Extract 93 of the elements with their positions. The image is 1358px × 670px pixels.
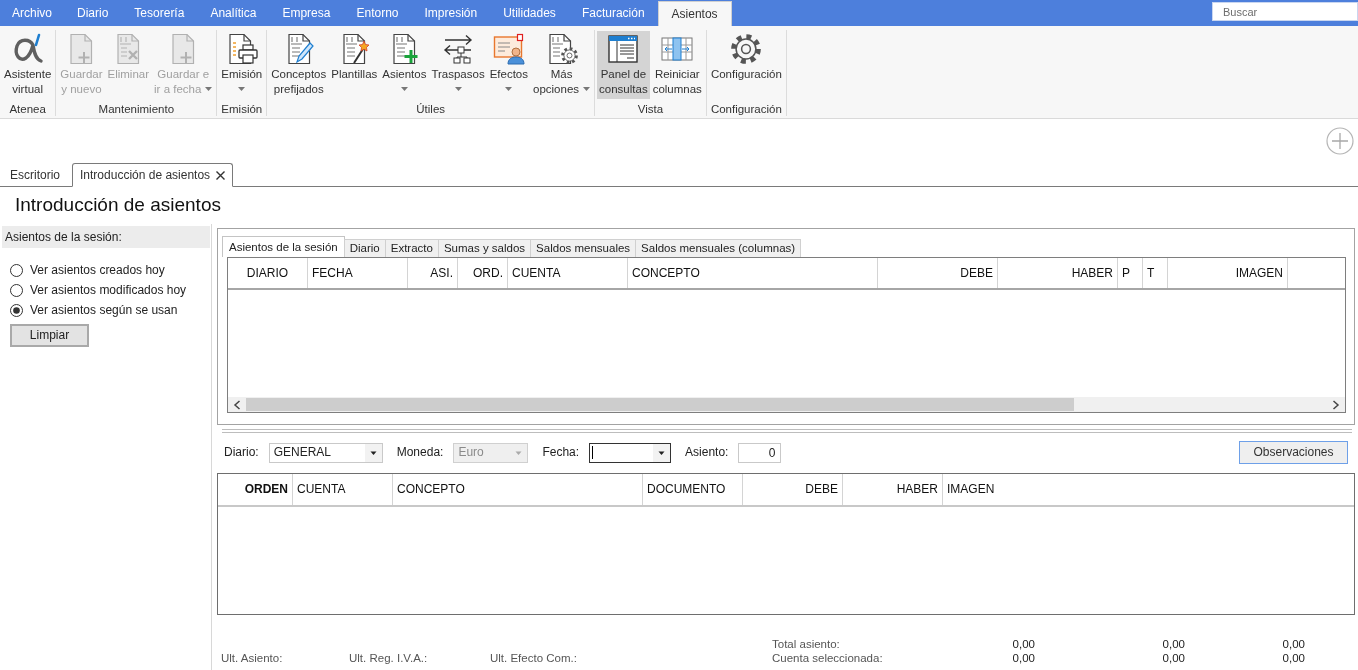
notes-button[interactable]: Observaciones — [1239, 441, 1348, 464]
menu-tab[interactable]: Diario — [64, 0, 122, 26]
radio-icon[interactable] — [10, 283, 23, 297]
column-header[interactable]: DEBE — [743, 474, 843, 505]
document-tab[interactable]: Escritorio — [0, 164, 70, 186]
column-header[interactable]: P — [1118, 258, 1143, 288]
column-header[interactable]: IMAGEN — [943, 474, 1354, 505]
menu-tab[interactable]: Entorno — [343, 0, 412, 26]
print-button[interactable]: Emisión — [219, 31, 265, 99]
field-label: Diario: — [224, 445, 259, 460]
alpha-logo-icon — [11, 33, 44, 65]
column-header[interactable]: DOCUMENTO — [643, 474, 743, 505]
radio-icon[interactable] — [10, 263, 23, 277]
transfers-button[interactable]: Traspasos — [429, 31, 487, 99]
column-header[interactable]: CUENTA — [508, 258, 628, 288]
total-value: 0,00 — [1281, 637, 1305, 651]
column-header[interactable]: CONCEPTO — [393, 474, 643, 505]
field-label: Moneda: — [396, 445, 444, 460]
scrollbar-thumb[interactable] — [246, 398, 1074, 411]
panel-tab[interactable]: Saldos mensuales (columnas) — [635, 239, 802, 257]
total-label: Cuenta seleccionada: — [772, 651, 884, 665]
radio-icon[interactable] — [10, 303, 23, 317]
radio-option[interactable]: Ver asientos creados hoy — [2, 260, 210, 280]
ribbon-group-label: Atenea — [9, 102, 46, 117]
ribbon-group-label: Útiles — [416, 102, 446, 117]
panel-tab[interactable]: Diario — [343, 239, 386, 257]
menu-tab[interactable]: Asientos — [657, 1, 732, 26]
horizontal-scrollbar[interactable] — [228, 397, 1345, 412]
window-panel-icon — [607, 33, 640, 65]
settings-button[interactable]: Configuración — [708, 31, 784, 99]
panel-tab[interactable]: Sumas y saldos — [437, 239, 532, 257]
query-panel-button[interactable]: Panel de consultas — [597, 31, 650, 99]
chevron-left-icon[interactable] — [233, 399, 241, 410]
menu-tab[interactable]: Utilidades — [490, 0, 569, 26]
menu-tab[interactable]: Analítica — [197, 0, 270, 26]
column-header[interactable]: CONCEPTO — [628, 258, 878, 288]
column-header[interactable]: ORD. — [458, 258, 508, 288]
text-cursor-icon — [592, 446, 594, 459]
panel-header: Asientos de la sesión: — [2, 226, 210, 248]
templates-button[interactable]: Plantillas — [329, 31, 380, 99]
number-field[interactable]: 0 — [738, 442, 782, 463]
column-header[interactable]: DEBE — [878, 258, 998, 288]
field-label: Fecha: — [542, 445, 580, 460]
total-value: 0,00 — [1281, 651, 1305, 665]
menu-tab[interactable]: Archivo — [0, 0, 64, 26]
search-field[interactable]: Buscar — [1212, 2, 1358, 21]
preset-concepts-button[interactable]: Conceptos prefijados — [269, 31, 329, 99]
panel-tab[interactable]: Asientos de la sesión — [222, 236, 345, 257]
column-header[interactable]: T — [1143, 258, 1168, 288]
chevron-right-icon[interactable] — [1332, 399, 1340, 410]
page-title: Introducción de asientos — [14, 193, 222, 217]
column-header[interactable]: FECHA — [308, 258, 408, 288]
entries-button[interactable]: Asientos — [380, 31, 429, 99]
column-header[interactable]: ASI. — [408, 258, 458, 288]
menu-tab[interactable]: Facturación — [568, 0, 658, 26]
total-value: 0,00 — [1161, 651, 1185, 665]
column-header[interactable]: ORDEN — [218, 474, 293, 505]
bills-button[interactable]: Efectos — [487, 31, 530, 99]
total-value: 0,00 — [1011, 651, 1035, 665]
ribbon-group-label: Mantenimiento — [98, 102, 175, 117]
ribbon-group-label: Vista — [637, 102, 664, 117]
summary-label: Ult. Efecto Com.: — [490, 651, 577, 665]
summary-label: Ult. Asiento: — [221, 651, 284, 665]
total-label: Total asiento: — [772, 637, 841, 651]
gear-icon — [730, 33, 763, 65]
document-tab[interactable]: Introducción de asientos — [72, 163, 234, 187]
menu-tab[interactable]: Impresión — [411, 0, 491, 26]
menu-tab[interactable]: Empresa — [269, 0, 344, 26]
total-value: 0,00 — [1011, 637, 1035, 651]
column-header[interactable]: HABER — [998, 258, 1118, 288]
ribbon-group-label: Emisión — [221, 102, 263, 117]
reset-columns-button[interactable]: Reiniciar columnas — [650, 31, 704, 99]
panel-tab[interactable]: Extracto — [384, 239, 439, 257]
column-header[interactable]: IMAGEN — [1168, 258, 1288, 288]
ribbon-group-label: Configuración — [710, 102, 782, 117]
total-value: 0,00 — [1161, 637, 1185, 651]
radio-option[interactable]: Ver asientos modificados hoy — [2, 280, 210, 300]
radio-option[interactable]: Ver asientos según se usan — [2, 300, 210, 320]
summary-label: Ult. Reg. I.V.A.: — [349, 651, 429, 665]
column-header[interactable]: CUENTA — [293, 474, 393, 505]
column-header[interactable]: HABER — [843, 474, 943, 505]
dropdown-field[interactable] — [589, 442, 672, 463]
column-header[interactable]: DIARIO — [228, 258, 308, 288]
close-icon[interactable] — [216, 170, 226, 180]
assistant-button[interactable]: Asistente virtual — [2, 31, 54, 99]
panel-tab[interactable]: Saldos mensuales — [530, 239, 637, 257]
person-card-icon — [492, 33, 525, 65]
field-label: Asiento: — [685, 445, 729, 460]
menu-tab[interactable]: Tesorería — [121, 0, 198, 26]
clear-button[interactable]: Limpiar — [10, 324, 89, 347]
dropdown-field[interactable]: GENERAL — [268, 442, 383, 463]
more-options-button[interactable]: Más opciones — [531, 31, 593, 99]
transfer-arrows-icon — [442, 33, 474, 65]
